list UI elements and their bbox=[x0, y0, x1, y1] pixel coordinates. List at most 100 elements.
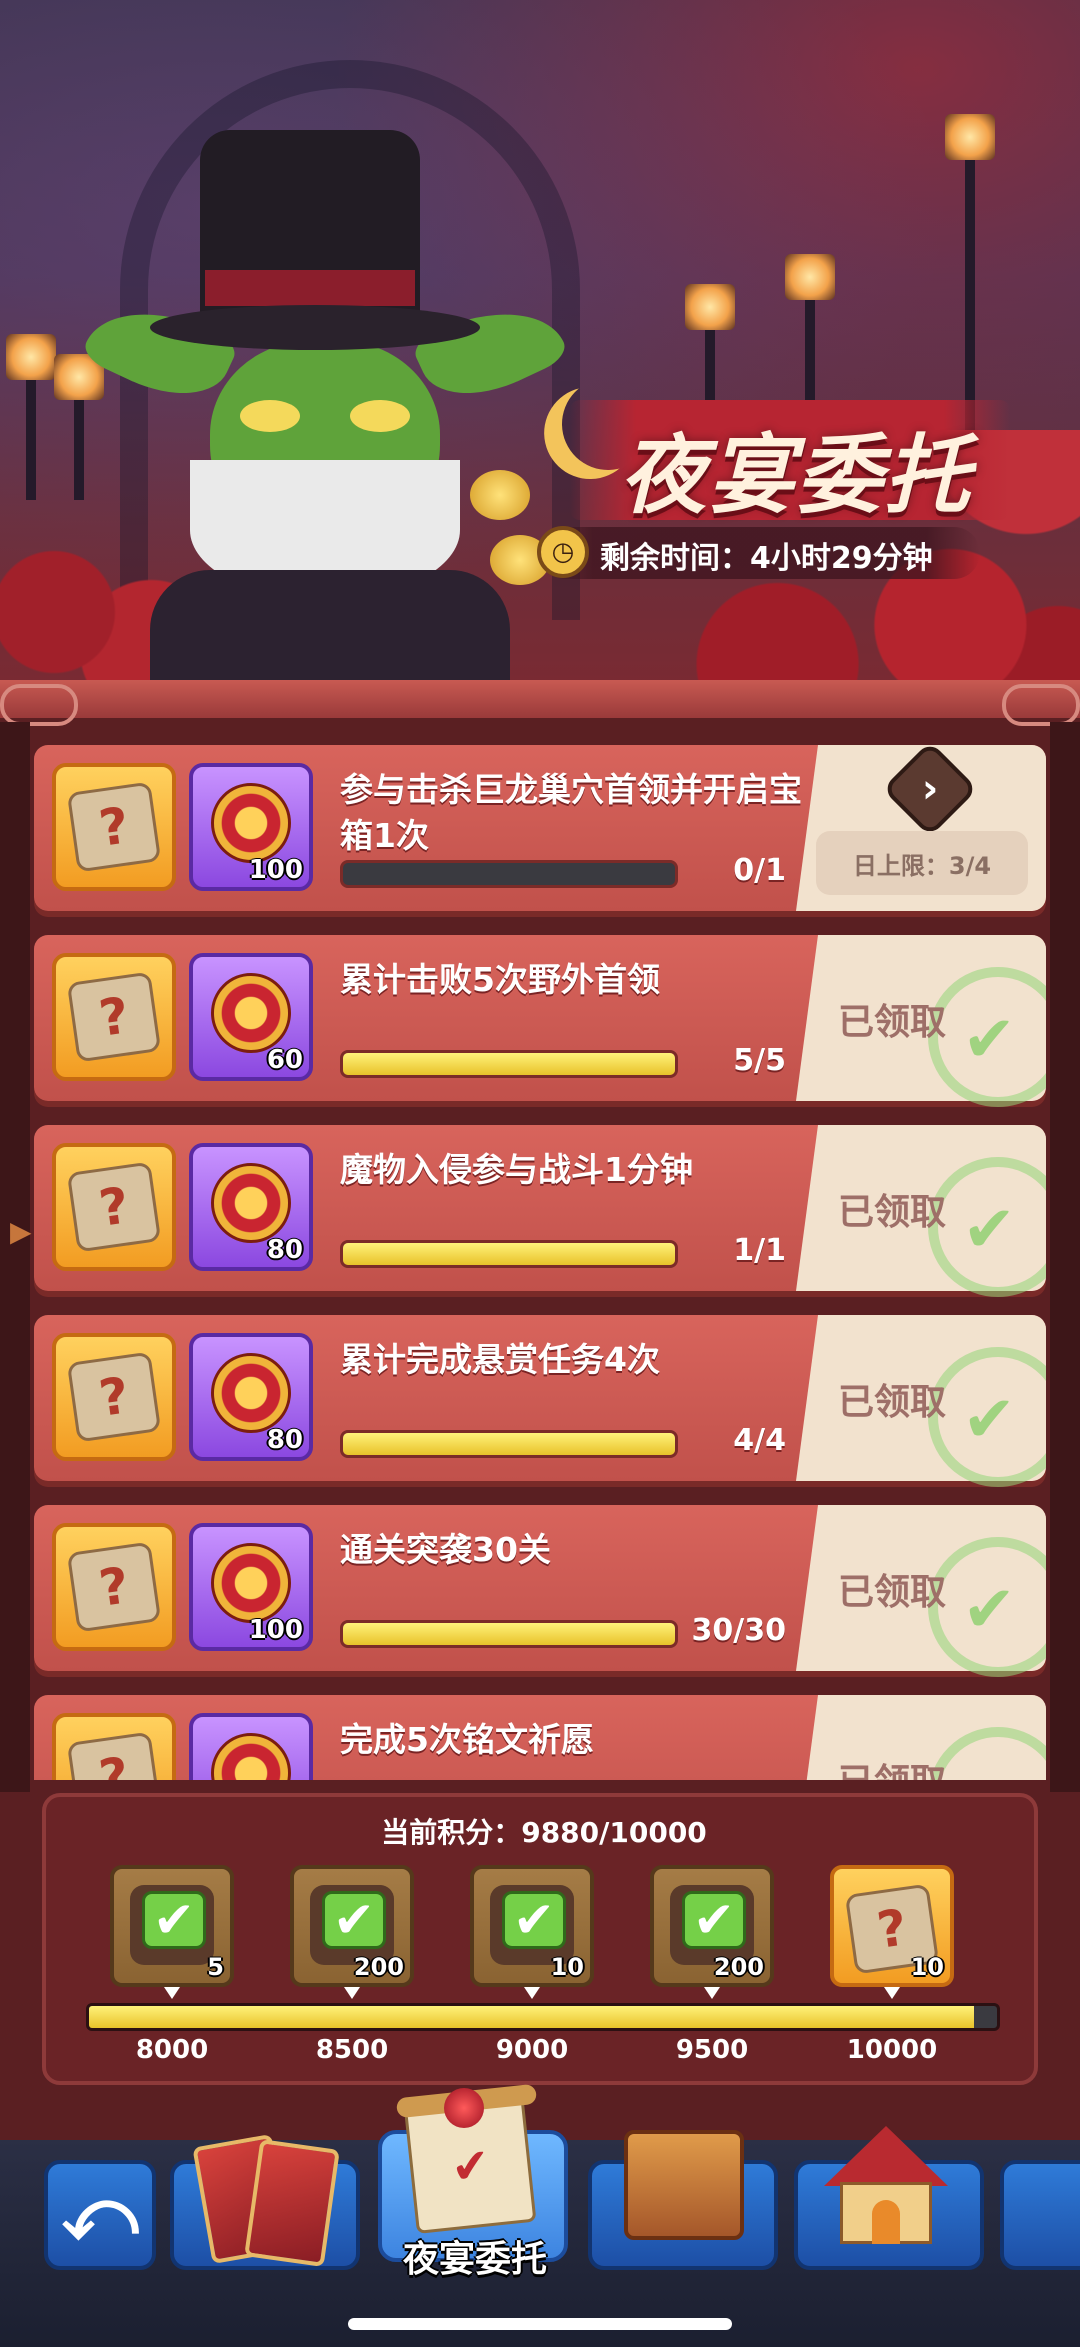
daily-limit: 日上限：3/4 bbox=[816, 831, 1028, 895]
back-arrow-icon: ⤺ bbox=[61, 2172, 139, 2256]
back-button[interactable]: ⤺ bbox=[44, 2160, 156, 2270]
reward-medal[interactable]: 80 bbox=[189, 1143, 313, 1271]
milestone-reward[interactable]: ✔ 200 bbox=[290, 1865, 414, 1987]
check-icon: ✔ bbox=[502, 1891, 566, 1949]
panel-top-border bbox=[0, 680, 1080, 726]
nav-tab-more[interactable] bbox=[1000, 2160, 1080, 2270]
claimed-label: 已领取 bbox=[837, 1192, 946, 1233]
current-score: 当前积分：9880/10000 bbox=[46, 1811, 1042, 1851]
timer-value: 4小时29分钟 bbox=[750, 541, 933, 576]
milestone-reward[interactable]: ✔ 200 bbox=[650, 1865, 774, 1987]
task-row: ? 80 累计完成悬赏任务4次 4/4 ✔ 已领取 bbox=[34, 1315, 1046, 1487]
check-icon: ✔ bbox=[962, 1383, 1016, 1457]
nav-tab-cards[interactable] bbox=[170, 2133, 360, 2270]
task-progress-text: 0/1 bbox=[733, 853, 786, 888]
milestone-marker bbox=[344, 1987, 360, 1999]
milestone-threshold: 9000 bbox=[495, 2035, 569, 2065]
check-icon: ✔ bbox=[682, 1891, 746, 1949]
nav-active-label: 夜宴委托 bbox=[402, 2239, 547, 2280]
milestone-threshold: 8000 bbox=[135, 2035, 209, 2065]
task-description: 魔物入侵参与战斗1分钟 bbox=[340, 1150, 693, 1189]
home-indicator[interactable] bbox=[348, 2318, 732, 2330]
reward-mystery-scroll[interactable]: ? bbox=[52, 1523, 176, 1651]
check-icon: ✔ bbox=[962, 1193, 1016, 1267]
side-arrow-icon[interactable]: ▶ bbox=[10, 1215, 32, 1248]
reward-medal[interactable]: 100 bbox=[189, 763, 313, 891]
question-scroll-icon: ? bbox=[66, 781, 162, 873]
task-row: ? 完成5次铭文祈愿 已领取 bbox=[34, 1695, 1046, 1780]
milestone-marker bbox=[164, 1987, 180, 1999]
task-progress-text: 1/1 bbox=[733, 1233, 786, 1268]
check-icon: ✔ bbox=[322, 1891, 386, 1949]
reward-quantity: 80 bbox=[266, 1425, 303, 1455]
milestone-marker bbox=[884, 1987, 900, 1999]
question-scroll-icon: ? bbox=[66, 1731, 162, 1780]
milestone-marker bbox=[524, 1987, 540, 1999]
reward-mystery-scroll[interactable]: ? bbox=[52, 953, 176, 1081]
milestone-quantity: 10 bbox=[910, 1953, 944, 1981]
reward-quantity: 100 bbox=[248, 855, 303, 885]
question-scroll-icon: ? bbox=[66, 1161, 162, 1253]
milestone-quantity: 200 bbox=[713, 1953, 764, 1981]
reward-mystery-scroll[interactable]: ? bbox=[52, 763, 176, 891]
reward-mystery-scroll[interactable]: ? bbox=[52, 1713, 176, 1780]
task-description: 参与击杀巨龙巢穴首领并开启宝箱1次 bbox=[340, 770, 802, 855]
task-progress-text: 30/30 bbox=[691, 1613, 786, 1648]
medal-icon bbox=[211, 783, 291, 863]
gold-coin bbox=[470, 470, 530, 520]
reward-medal[interactable] bbox=[189, 1713, 313, 1780]
reward-medal[interactable]: 100 bbox=[189, 1523, 313, 1651]
reward-quantity: 60 bbox=[266, 1045, 303, 1075]
task-progress-bar bbox=[340, 1620, 678, 1648]
score-label: 当前积分： bbox=[381, 1816, 522, 1849]
task-progress-bar bbox=[340, 1240, 678, 1268]
reward-medal[interactable]: 80 bbox=[189, 1333, 313, 1461]
task-description: 累计击败5次野外首领 bbox=[340, 960, 660, 999]
milestone-reward[interactable]: ✔ 10 bbox=[470, 1865, 594, 1987]
chevron-right-icon: › bbox=[921, 765, 939, 812]
event-banner bbox=[0, 0, 1080, 690]
task-description: 累计完成悬赏任务4次 bbox=[340, 1340, 660, 1379]
task-progress-bar bbox=[340, 860, 678, 888]
milestone-threshold: 10000 bbox=[846, 2035, 938, 2065]
score-panel: 当前积分：9880/10000 ✔ 5 ✔ 200 ✔ 10 ✔ 200 ? 1… bbox=[42, 1793, 1038, 2085]
milestone-quantity: 5 bbox=[207, 1953, 224, 1981]
question-scroll-icon: ? bbox=[66, 1541, 162, 1633]
task-row: ? 60 累计击败5次野外首领 5/5 ✔ 已领取 bbox=[34, 935, 1046, 1107]
house-icon bbox=[824, 2126, 948, 2244]
panel-rail-right bbox=[1050, 722, 1080, 1792]
score-progress-bar bbox=[86, 2003, 1000, 2031]
task-progress-text: 5/5 bbox=[733, 1043, 786, 1078]
claimed-label: 已领取 bbox=[837, 1382, 946, 1423]
goblin-character bbox=[79, 130, 571, 690]
reward-medal[interactable]: 60 bbox=[189, 953, 313, 1081]
panel-rail-left bbox=[0, 722, 30, 1792]
medal-icon bbox=[211, 1733, 291, 1780]
claimed-label: 已领取 bbox=[837, 1002, 946, 1043]
reward-mystery-scroll[interactable]: ? bbox=[52, 1333, 176, 1461]
task-description: 完成5次铭文祈愿 bbox=[340, 1720, 594, 1759]
medal-icon bbox=[211, 1163, 291, 1243]
medal-icon bbox=[211, 973, 291, 1053]
rose-icon bbox=[444, 2088, 484, 2128]
milestone-marker bbox=[704, 1987, 720, 1999]
task-description: 通关突袭30关 bbox=[340, 1530, 551, 1569]
reward-quantity: 80 bbox=[266, 1235, 303, 1265]
milestone-reward[interactable]: ? 10 bbox=[830, 1865, 954, 1987]
check-icon: ✔ bbox=[142, 1891, 206, 1949]
claimed-label: 已领取 bbox=[838, 1753, 946, 1780]
reward-mystery-scroll[interactable]: ? bbox=[52, 1143, 176, 1271]
event-title: 夜宴委托 bbox=[620, 426, 972, 526]
score-value: 9880/10000 bbox=[521, 1816, 707, 1849]
task-list[interactable]: ? 100 参与击杀巨龙巢穴首领并开启宝箱1次 0/1 › 日上限：3/4 ? … bbox=[34, 745, 1046, 1780]
card-icon bbox=[244, 2139, 340, 2267]
claimed-label: 已领取 bbox=[837, 1572, 946, 1613]
milestone-reward[interactable]: ✔ 5 bbox=[110, 1865, 234, 1987]
question-scroll-icon: ? bbox=[66, 971, 162, 1063]
timer-label: 剩余时间： bbox=[600, 541, 750, 576]
task-progress-text: 4/4 bbox=[733, 1423, 786, 1458]
task-progress-bar bbox=[340, 1430, 678, 1458]
question-scroll-icon: ? bbox=[66, 1351, 162, 1443]
task-progress-bar bbox=[340, 1050, 678, 1078]
reward-quantity: 100 bbox=[248, 1615, 303, 1645]
